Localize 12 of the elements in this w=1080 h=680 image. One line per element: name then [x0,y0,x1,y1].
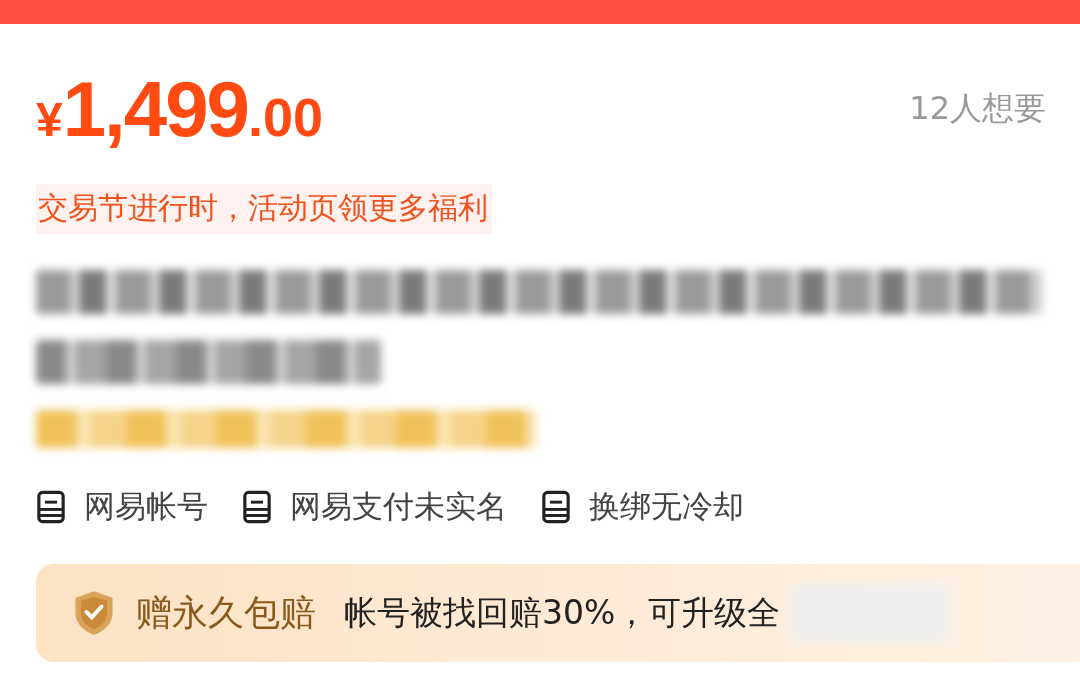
guarantee-title: 赠永久包赔 [136,590,316,635]
guarantee-text: 帐号被找回赔30%，可升级全 [344,591,781,634]
tag-label: 网易支付未实名 [290,487,507,526]
document-icon [242,490,272,524]
price: ¥1,499.00 [36,63,323,155]
tag-label: 网易帐号 [84,487,208,526]
document-icon [36,490,66,524]
shield-check-icon [72,589,116,637]
guarantee-banner[interactable]: 赠永久包赔 帐号被找回赔30%，可升级全 [36,564,1080,662]
wants-count: 12人想要 [909,88,1046,129]
document-icon [541,490,571,524]
tag-label: 换绑无冷却 [589,487,744,526]
